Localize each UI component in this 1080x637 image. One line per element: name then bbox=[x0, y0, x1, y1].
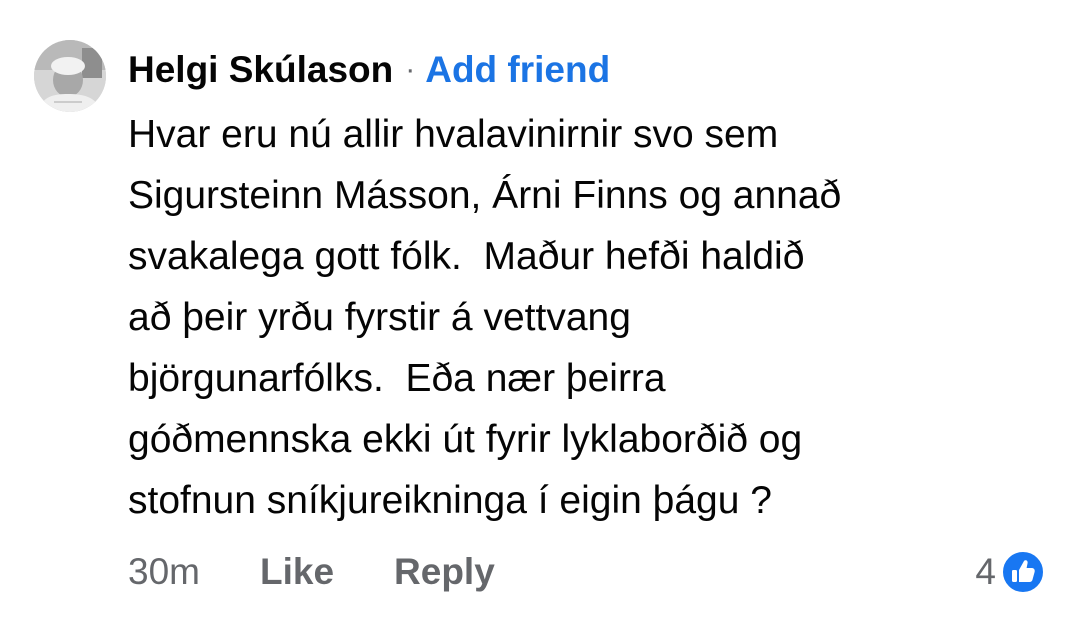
comment-text-line: björgunarfólks. Eða nær þeirra bbox=[128, 357, 666, 400]
comment-text-line: góðmennska ekki út fyrir lyklaborðið og bbox=[128, 418, 803, 461]
comment-actions: 30m Like Reply bbox=[128, 546, 555, 598]
add-friend-button[interactable]: Add friend bbox=[425, 49, 610, 91]
timestamp[interactable]: 30m bbox=[128, 551, 200, 593]
reaction-count: 4 bbox=[975, 551, 996, 592]
reaction-summary[interactable]: 4 bbox=[975, 546, 1046, 598]
comment-text-line: að þeir yrðu fyrstir á vettvang bbox=[128, 296, 631, 339]
comment-text-line: stofnun sníkjureikninga í eigin þágu ? bbox=[128, 479, 772, 522]
reply-button[interactable]: Reply bbox=[394, 551, 495, 593]
comment-text-line: Sigursteinn Másson, Árni Finns og annað bbox=[128, 174, 842, 217]
like-reaction-icon bbox=[1000, 549, 1046, 595]
comment-text-line: svakalega gott fólk. Maður hefði haldið bbox=[128, 235, 805, 278]
like-button[interactable]: Like bbox=[260, 551, 334, 593]
comment-header: Helgi Skúlason · Add friend bbox=[128, 46, 610, 94]
avatar-image bbox=[34, 40, 106, 112]
separator-dot: · bbox=[405, 53, 416, 86]
author-name[interactable]: Helgi Skúlason bbox=[128, 49, 393, 91]
avatar[interactable] bbox=[34, 40, 106, 112]
comment-text: Hvar eru nú allir hvalavinirnir svo sem … bbox=[128, 104, 1028, 531]
comment-text-line: Hvar eru nú allir hvalavinirnir svo sem bbox=[128, 113, 779, 156]
